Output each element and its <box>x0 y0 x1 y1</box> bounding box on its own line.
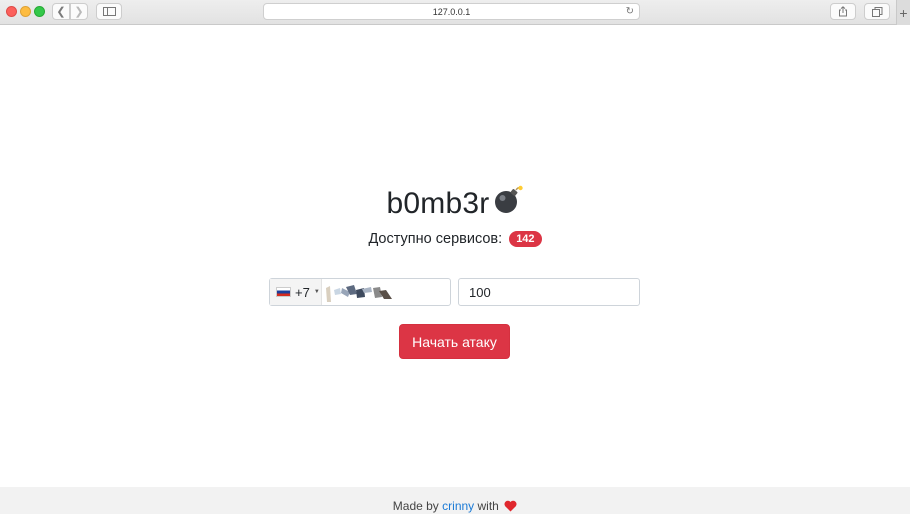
start-attack-label: Начать атаку <box>412 333 497 350</box>
phone-input-field[interactable]: +7 ▼ <box>269 278 451 306</box>
start-attack-button[interactable]: Начать атаку <box>399 324 510 359</box>
footer-made-by: Made by <box>392 499 439 513</box>
country-selector[interactable]: +7 ▼ <box>270 279 322 305</box>
footer-with: with <box>477 499 499 513</box>
back-button[interactable]: ❮ <box>52 3 70 20</box>
share-button[interactable] <box>830 3 856 20</box>
forward-button[interactable]: ❯ <box>70 3 88 20</box>
share-icon <box>839 6 847 17</box>
new-tab-button[interactable]: + <box>896 0 910 25</box>
reload-icon[interactable]: ↻ <box>626 6 634 17</box>
sidebar-toggle-button[interactable] <box>96 3 122 20</box>
caret-down-icon: ▼ <box>313 289 320 295</box>
attack-count-value: 100 <box>469 284 491 300</box>
heart-icon <box>504 500 517 515</box>
sidebar-icon <box>102 7 116 16</box>
russia-flag-icon <box>276 287 291 297</box>
services-count-badge: 142 <box>509 231 542 247</box>
zoom-window-button[interactable] <box>34 6 45 17</box>
services-label: Доступно сервисов: <box>368 231 503 247</box>
chevron-left-icon: ❮ <box>56 6 66 18</box>
services-info: Доступно сервисов: 142 <box>0 231 910 247</box>
app-name: b0mb3r <box>386 187 490 220</box>
minimize-window-button[interactable] <box>20 6 31 17</box>
attack-count-input[interactable]: 100 <box>458 278 640 306</box>
browser-toolbar: ❮ ❯ 127.0.0.1 ↻ + <box>0 0 910 25</box>
country-code: +7 <box>295 284 310 300</box>
author-link[interactable]: crinny <box>442 499 474 513</box>
redacted-phone-number <box>326 285 392 302</box>
url-text: 127.0.0.1 <box>432 6 471 17</box>
footer: Made by crinny with <box>0 487 910 514</box>
plus-icon: + <box>899 4 908 21</box>
show-tabs-button[interactable] <box>864 3 890 20</box>
address-bar[interactable]: 127.0.0.1 ↻ <box>263 3 640 20</box>
chevron-right-icon: ❯ <box>74 6 84 18</box>
page-title: b0mb3r <box>0 185 910 223</box>
bomb-icon <box>493 185 524 223</box>
close-window-button[interactable] <box>6 6 17 17</box>
tabs-icon <box>871 6 882 17</box>
